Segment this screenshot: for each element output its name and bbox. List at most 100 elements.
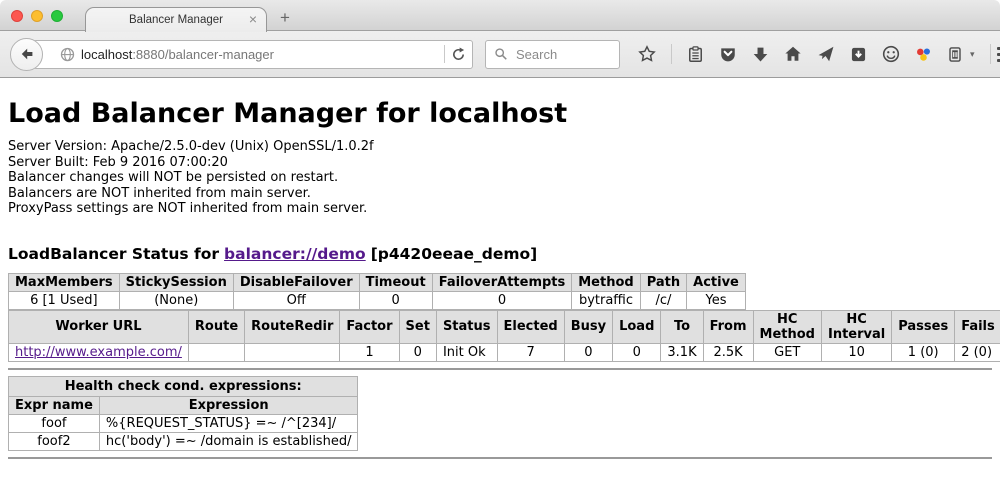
- table-header-row: Expr name Expression: [9, 396, 358, 414]
- pocket-icon[interactable]: [719, 45, 737, 63]
- cell-hc-interval: 10: [821, 343, 891, 361]
- col-header-elected: Elected: [497, 310, 564, 343]
- search-icon: [494, 47, 508, 61]
- col-header-expression: Expression: [99, 396, 358, 414]
- tab-title: Balancer Manager: [129, 14, 223, 26]
- page-content: Load Balancer Manager for localhost Serv…: [0, 98, 1000, 459]
- cell-expr-name: foof: [9, 414, 100, 432]
- dropdown-arrow-icon[interactable]: ▾: [970, 49, 975, 60]
- table-header-row: Worker URL Route RouteRedir Factor Set S…: [9, 310, 1000, 343]
- table-row: http://www.example.com/ 1 0 Init Ok 7 0 …: [9, 343, 1000, 361]
- cell-hc-method: GET: [753, 343, 821, 361]
- bookmark-star-icon[interactable]: [638, 45, 656, 63]
- divider: [671, 44, 672, 64]
- bottom-rule: [8, 457, 992, 459]
- health-table-caption: Health check cond. expressions:: [9, 376, 358, 396]
- status-heading-prefix: LoadBalancer Status for: [8, 245, 219, 263]
- persist-note-line: Balancer changes will NOT be persisted o…: [8, 170, 992, 186]
- cell-method: bytraffic: [572, 291, 640, 309]
- table-caption-row: Health check cond. expressions:: [9, 376, 358, 396]
- url-path: :8880/balancer-manager: [132, 47, 274, 62]
- col-header-set: Set: [399, 310, 436, 343]
- cell-from: 2.5K: [703, 343, 753, 361]
- cell-active: Yes: [687, 291, 746, 309]
- title-bar: Balancer Manager × +: [0, 0, 1000, 31]
- cell-load: 0: [613, 343, 661, 361]
- colored-dots-icon[interactable]: [915, 46, 932, 63]
- url-domain: localhost: [81, 47, 132, 62]
- feedback-smiley-icon[interactable]: [882, 45, 900, 63]
- reload-button[interactable]: [451, 47, 466, 62]
- menu-icon[interactable]: [997, 47, 1000, 62]
- send-icon[interactable]: [817, 45, 835, 63]
- col-header-timeout: Timeout: [359, 273, 432, 291]
- cell-maxmembers: 6 [1 Used]: [9, 291, 120, 309]
- col-header-passes: Passes: [892, 310, 955, 343]
- close-button[interactable]: [11, 10, 23, 22]
- page-title: Load Balancer Manager for localhost: [8, 98, 992, 129]
- cell-set: 0: [399, 343, 436, 361]
- divider-rule: [8, 368, 992, 370]
- navigation-toolbar: localhost:8880/balancer-manager: [0, 31, 1000, 78]
- cell-expression: %{REQUEST_STATUS} =~ /^[234]/: [99, 414, 358, 432]
- col-header-maxmembers: MaxMembers: [9, 273, 120, 291]
- window-controls: [11, 10, 63, 22]
- col-header-busy: Busy: [564, 310, 612, 343]
- cell-worker-url: http://www.example.com/: [9, 343, 189, 361]
- cell-disablefailover: Off: [233, 291, 359, 309]
- col-header-factor: Factor: [340, 310, 399, 343]
- table-header-row: MaxMembers StickySession DisableFailover…: [9, 273, 746, 291]
- cell-expression: hc('body') =~ /domain is established/: [99, 432, 358, 450]
- table-row: foof2 hc('body') =~ /domain is establish…: [9, 432, 358, 450]
- col-header-disablefailover: DisableFailover: [233, 273, 359, 291]
- globe-icon: [60, 47, 75, 62]
- col-header-active: Active: [687, 273, 746, 291]
- col-header-worker-url: Worker URL: [9, 310, 189, 343]
- minimize-button[interactable]: [31, 10, 43, 22]
- cell-route: [188, 343, 244, 361]
- reading-list-icon[interactable]: [687, 46, 704, 63]
- server-built-line: Server Built: Feb 9 2016 07:00:20: [8, 155, 992, 171]
- download-icon[interactable]: [752, 46, 769, 63]
- worker-status-table: Worker URL Route RouteRedir Factor Set S…: [8, 310, 1000, 362]
- zoom-button[interactable]: [51, 10, 63, 22]
- tab-balancer-manager[interactable]: Balancer Manager ×: [85, 7, 267, 32]
- proxypass-note-line: ProxyPass settings are NOT inherited fro…: [8, 201, 992, 217]
- server-info: Server Version: Apache/2.5.0-dev (Unix) …: [8, 139, 992, 217]
- divider: [990, 44, 991, 64]
- cell-timeout: 0: [359, 291, 432, 309]
- cell-path: /c/: [640, 291, 686, 309]
- table-row: 6 [1 Used] (None) Off 0 0 bytraffic /c/ …: [9, 291, 746, 309]
- home-icon[interactable]: [784, 45, 802, 63]
- toolbar-icon-strip: ▾: [638, 44, 991, 64]
- address-bar[interactable]: localhost:8880/balancer-manager: [33, 40, 473, 69]
- tab-close-icon[interactable]: ×: [249, 11, 257, 27]
- cell-routeredir: [245, 343, 340, 361]
- worker-url-link[interactable]: http://www.example.com/: [15, 345, 182, 360]
- col-header-route: Route: [188, 310, 244, 343]
- table-row: foof %{REQUEST_STATUS} =~ /^[234]/: [9, 414, 358, 432]
- col-header-method: Method: [572, 273, 640, 291]
- url-text[interactable]: localhost:8880/balancer-manager: [81, 47, 438, 62]
- col-header-status: Status: [436, 310, 497, 343]
- col-header-routeredir: RouteRedir: [245, 310, 340, 343]
- cell-to: 3.1K: [661, 343, 703, 361]
- back-button[interactable]: [10, 38, 43, 71]
- col-header-stickysession: StickySession: [119, 273, 233, 291]
- cell-failoverattempts: 0: [432, 291, 572, 309]
- balancer-settings-table: MaxMembers StickySession DisableFailover…: [8, 273, 746, 310]
- col-header-hc-interval: HC Interval: [821, 310, 891, 343]
- cell-expr-name: foof2: [9, 432, 100, 450]
- search-field[interactable]: [485, 40, 620, 69]
- container-icon[interactable]: [947, 46, 963, 63]
- col-header-to: To: [661, 310, 703, 343]
- search-input[interactable]: [514, 46, 608, 63]
- download-manager-icon[interactable]: [850, 46, 867, 63]
- cell-status: Init Ok: [436, 343, 497, 361]
- balancer-link[interactable]: balancer://demo: [224, 245, 366, 263]
- col-header-from: From: [703, 310, 753, 343]
- health-check-table: Health check cond. expressions: Expr nam…: [8, 376, 358, 451]
- cell-elected: 7: [497, 343, 564, 361]
- cell-fails: 2 (0): [955, 343, 1000, 361]
- new-tab-button[interactable]: +: [280, 8, 290, 28]
